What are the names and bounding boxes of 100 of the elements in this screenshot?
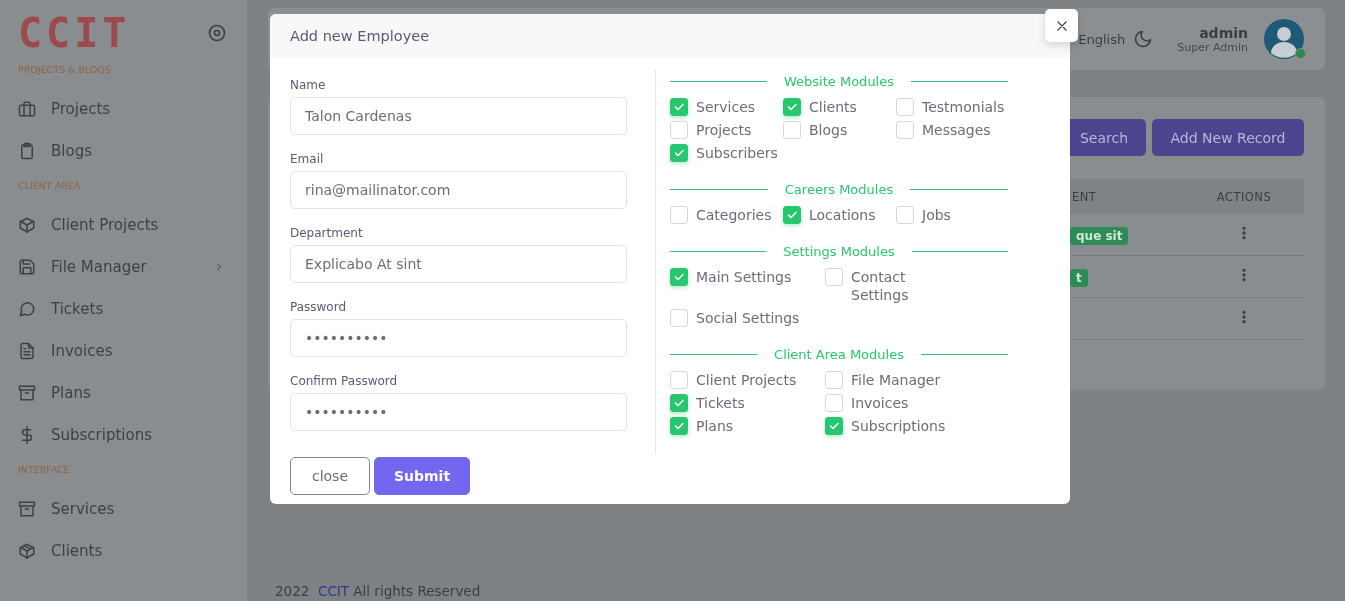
checkbox-label: Jobs — [922, 206, 951, 224]
checkbox[interactable] — [670, 394, 688, 412]
checkbox-label: Main Settings — [696, 268, 792, 286]
checkbox-label: Messages — [922, 121, 991, 139]
checkbox[interactable] — [670, 371, 688, 389]
sidebar-item[interactable]: Blogs — [0, 130, 247, 172]
check-icon — [828, 420, 840, 432]
close-icon — [1054, 18, 1069, 33]
field-label: Password — [290, 300, 348, 314]
checkbox-label: Plans — [696, 417, 734, 435]
clipboard-icon — [18, 142, 36, 160]
avatar — [1264, 19, 1304, 59]
language-selector[interactable]: English — [1078, 31, 1126, 47]
section-label: PROJECTS & BLOGS — [17, 63, 112, 77]
target-toggle-icon — [207, 23, 227, 43]
group-title: Careers Modules — [784, 181, 894, 197]
sidebar-item[interactable]: Client Projects — [0, 204, 247, 246]
archive-box-icon — [18, 384, 36, 402]
check-icon — [673, 101, 685, 113]
sidebar-item[interactable]: Clients — [0, 530, 247, 572]
section-label: CLIENT AREA — [17, 179, 82, 193]
user-name: admin — [1199, 24, 1248, 41]
field-label: Department — [290, 226, 364, 240]
checkbox-label: Projects — [696, 121, 752, 139]
checkbox[interactable] — [825, 268, 843, 286]
checkbox-label: Subscriptions — [851, 417, 946, 435]
input-field[interactable]: Explicabo At sint — [290, 245, 627, 283]
section-label: INTERFACE — [17, 463, 71, 477]
checkbox[interactable] — [670, 309, 688, 327]
chat-bubble-icon — [18, 300, 36, 318]
group-title: Client Area Modules — [774, 346, 904, 362]
input-field[interactable]: Talon Cardenas — [290, 97, 627, 135]
checkbox[interactable] — [783, 98, 801, 116]
check-icon — [673, 397, 685, 409]
check-icon — [673, 147, 685, 159]
checkbox-label: Services — [696, 98, 756, 116]
checkbox[interactable] — [670, 417, 688, 435]
sidebar-item[interactable]: File Manager — [0, 246, 247, 288]
checkbox[interactable] — [670, 206, 688, 224]
submit-button[interactable]: Submit — [374, 457, 470, 495]
field-label: Confirm Password — [290, 374, 399, 388]
checkbox[interactable] — [670, 144, 688, 162]
brand-link[interactable]: CCIT — [317, 583, 350, 599]
briefcase-icon — [18, 100, 36, 118]
checkbox-label: Categories — [696, 206, 772, 224]
checkbox[interactable] — [783, 206, 801, 224]
column-header: ENT — [1070, 179, 1184, 214]
modal-title: Add new Employee — [270, 14, 1070, 58]
checkbox-label: Social Settings — [696, 309, 800, 327]
footer-text: 2022 CCIT All rights Reserved — [274, 583, 482, 601]
checkbox-label: Invoices — [851, 394, 909, 412]
checkbox-label: Tickets — [696, 394, 745, 412]
checkbox[interactable] — [896, 206, 914, 224]
status-tag: t — [1070, 268, 1088, 287]
user-role: Super Admin — [1177, 40, 1248, 54]
checkbox-label: Subscribers — [696, 144, 778, 162]
field-label: Email — [290, 152, 325, 166]
sidebar-item[interactable]: Plans — [0, 372, 247, 414]
checkbox[interactable] — [670, 268, 688, 286]
archive-box-icon — [18, 500, 36, 518]
checkbox-label: Locations — [809, 206, 876, 224]
sidebar-item[interactable]: Subscriptions — [0, 414, 247, 456]
input-field[interactable]: rina@mailinator.com — [290, 171, 627, 209]
sidebar-item[interactable]: Invoices — [0, 330, 247, 372]
checkbox[interactable] — [670, 98, 688, 116]
group-title: Website Modules — [784, 73, 894, 89]
column-header: ACTIONS — [1184, 179, 1304, 214]
field-label: Name — [290, 78, 327, 92]
checkbox[interactable] — [783, 121, 801, 139]
checkbox[interactable] — [896, 98, 914, 116]
sidebar-item[interactable]: Services — [0, 488, 247, 530]
document-icon — [18, 342, 36, 360]
sidebar-item[interactable]: Projects — [0, 88, 247, 130]
close-dialog-button[interactable] — [1045, 9, 1078, 42]
checkbox[interactable] — [825, 394, 843, 412]
checkbox[interactable] — [896, 121, 914, 139]
logo: CCIT — [18, 11, 131, 55]
moon-icon — [1133, 29, 1154, 49]
status-tag: que sit — [1070, 226, 1129, 245]
sidebar-item[interactable]: Tickets — [0, 288, 247, 330]
checkbox[interactable] — [670, 121, 688, 139]
check-icon — [786, 101, 798, 113]
group-title: Settings Modules — [783, 243, 895, 259]
check-icon — [786, 209, 798, 221]
checkbox-label: File Manager — [851, 371, 941, 389]
input-field[interactable]: •••••••••• — [290, 393, 627, 431]
check-icon — [673, 420, 685, 432]
checkbox-label: Blogs — [809, 121, 848, 139]
checkbox-label: Testmonials — [922, 98, 1005, 116]
checkbox[interactable] — [825, 371, 843, 389]
check-icon — [673, 271, 685, 283]
input-field[interactable]: •••••••••• — [290, 319, 627, 357]
close-button[interactable]: close — [290, 457, 370, 495]
checkbox-label: Contact Settings — [851, 268, 910, 304]
add-record-button[interactable]: Add New Record — [1152, 119, 1304, 156]
checkbox-label: Clients — [809, 98, 857, 116]
checkbox[interactable] — [825, 417, 843, 435]
cube-icon — [18, 216, 36, 234]
checkbox-label: Client Projects — [696, 371, 797, 389]
cube-icon — [18, 542, 36, 560]
